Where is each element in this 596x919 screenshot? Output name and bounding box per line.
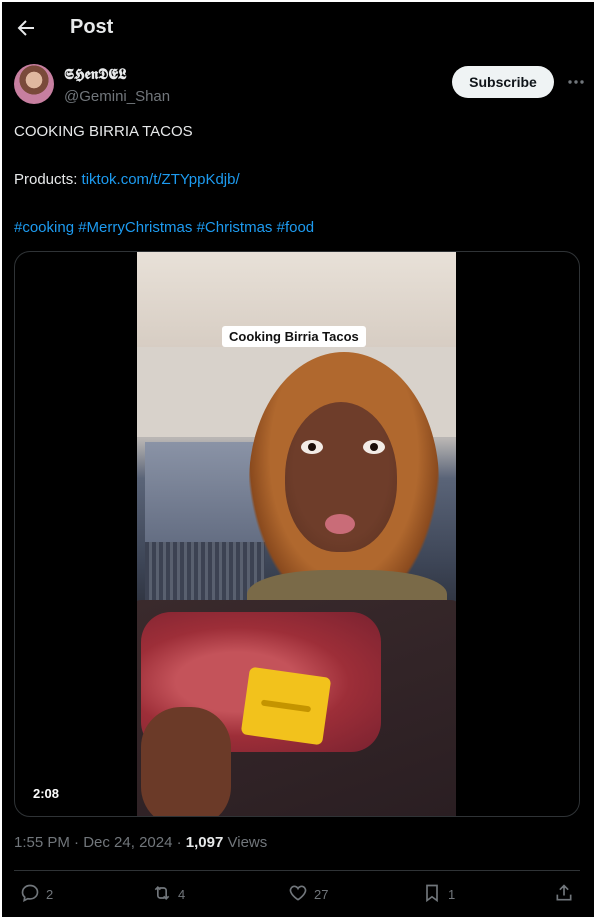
video-player[interactable]: Cooking Birria Tacos 2:08: [14, 251, 580, 817]
back-arrow-icon[interactable]: [14, 16, 38, 40]
products-label: Products:: [14, 171, 82, 188]
hashtag-christmas[interactable]: #Christmas: [197, 219, 273, 236]
post-page: Post 𝕾𝕳𝖊𝖓𝕯𝕰𝕷 @Gemini_Shan Subscribe COOK…: [2, 2, 594, 917]
hashtag-merrychristmas[interactable]: #MerryChristmas: [78, 219, 192, 236]
reply-button[interactable]: 2: [20, 883, 53, 905]
hashtag-cooking[interactable]: #cooking: [14, 219, 74, 236]
views-count: 1,097: [185, 834, 224, 851]
subscribe-button[interactable]: Subscribe: [452, 66, 554, 98]
tweet-text: COOKING BIRRIA TACOS Products: tiktok.co…: [14, 122, 574, 238]
action-bar: 2 4 27 1: [2, 871, 594, 917]
tweet-title: COOKING BIRRIA TACOS: [14, 123, 193, 140]
post-time[interactable]: 1:55 PM: [14, 834, 70, 851]
avatar[interactable]: [14, 64, 54, 104]
author-row: 𝕾𝕳𝖊𝖓𝕯𝕰𝕷 @Gemini_Shan Subscribe: [14, 64, 584, 110]
repost-icon: [152, 883, 172, 906]
video-caption: Cooking Birria Tacos: [222, 326, 366, 347]
views-label: Views: [223, 834, 268, 851]
hashtag-food[interactable]: #food: [277, 219, 315, 236]
bookmark-icon: [422, 883, 442, 906]
more-icon[interactable]: [566, 72, 586, 92]
bookmark-count: 1: [448, 886, 456, 902]
products-link[interactable]: tiktok.com/t/ZTYppKdjb/: [82, 171, 240, 188]
post-date[interactable]: Dec 24, 2024: [83, 834, 172, 851]
reply-icon: [20, 883, 40, 906]
products-line: Products: tiktok.com/t/ZTYppKdjb/: [14, 170, 574, 190]
like-icon: [288, 883, 308, 906]
page-title: Post: [70, 16, 114, 38]
display-name[interactable]: 𝕾𝕳𝖊𝖓𝕯𝕰𝕷: [64, 66, 127, 83]
repost-count: 4: [178, 886, 186, 902]
like-count: 27: [314, 886, 329, 902]
video-frame[interactable]: Cooking Birria Tacos: [137, 252, 456, 816]
share-icon: [554, 883, 574, 906]
video-duration: 2:08: [27, 784, 66, 803]
header: Post: [2, 2, 594, 54]
repost-button[interactable]: 4: [152, 883, 185, 905]
reply-count: 2: [46, 886, 54, 902]
share-button[interactable]: [554, 883, 574, 905]
bookmark-button[interactable]: 1: [422, 883, 455, 905]
post-meta: 1:55 PM · Dec 24, 2024 · 1,097 Views: [14, 834, 268, 851]
handle[interactable]: @Gemini_Shan: [64, 88, 170, 105]
like-button[interactable]: 27: [288, 883, 328, 905]
hashtags: #cooking #MerryChristmas #Christmas #foo…: [14, 218, 574, 238]
